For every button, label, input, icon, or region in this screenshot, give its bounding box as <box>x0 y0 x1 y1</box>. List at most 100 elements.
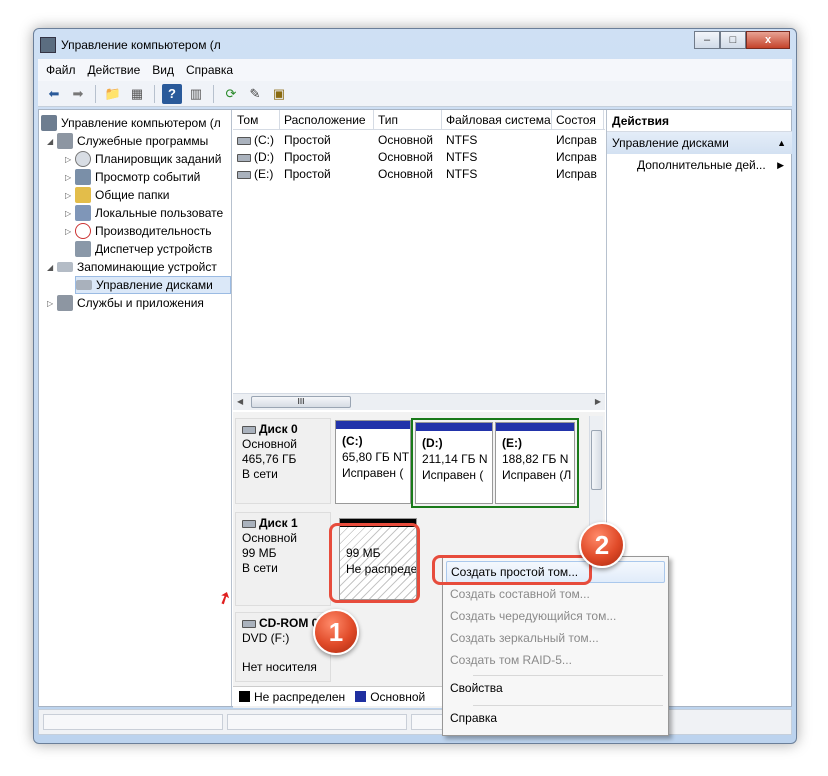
legend-label: Не распределен <box>254 689 346 704</box>
tools-icon <box>57 133 73 149</box>
submenu-arrow-icon: ▶ <box>777 160 784 170</box>
services-icon <box>57 295 73 311</box>
status-cell <box>227 714 407 730</box>
forward-arrow-icon[interactable]: ➡ <box>68 84 88 104</box>
menu-action[interactable]: Действие <box>88 63 141 77</box>
expand-arrow-icon[interactable]: ◢ <box>47 263 57 272</box>
clock-icon <box>75 151 91 167</box>
storage-icon <box>57 262 73 272</box>
partition-d[interactable]: (D:) 211,14 ГБ N Исправен ( <box>415 422 493 504</box>
menu-properties[interactable]: Свойства <box>446 677 665 699</box>
drive-icon <box>237 136 251 145</box>
menu-separator <box>473 675 663 676</box>
menu-view[interactable]: Вид <box>152 63 174 77</box>
legend-label: Основной <box>370 689 426 704</box>
event-viewer-icon <box>75 169 91 185</box>
scroll-right-icon[interactable]: ▶ <box>595 397 601 406</box>
toolbar-separator <box>213 84 214 103</box>
partition-bar <box>416 423 492 431</box>
highlight-unallocated <box>329 523 420 603</box>
volume-row[interactable]: (C:) Простой Основной NTFS Исправ <box>233 132 604 149</box>
toolbar-separator <box>95 84 96 103</box>
menu-help[interactable]: Справка <box>446 707 665 729</box>
expand-arrow-icon[interactable]: ◢ <box>47 137 57 146</box>
tree-item-performance[interactable]: ▷ Производительность <box>65 222 211 240</box>
collapse-arrow-icon[interactable]: ▷ <box>65 209 75 218</box>
tree-item-device-manager[interactable]: Диспетчер устройств <box>75 240 212 258</box>
maximize-button[interactable]: □ <box>720 31 746 49</box>
disk1-header[interactable]: Диск 1 Основной 99 МБ В сети <box>235 512 331 606</box>
menu-create-striped-volume[interactable]: Создать чередующийся том... <box>446 605 665 627</box>
back-arrow-icon[interactable]: ⬅ <box>44 84 64 104</box>
menu-create-spanned-volume[interactable]: Создать составной том... <box>446 583 665 605</box>
partition-e[interactable]: (E:) 188,82 ГБ N Исправен (Л <box>495 422 575 504</box>
actions-section[interactable]: Управление дисками ▲ <box>607 132 792 154</box>
up-folder-icon[interactable]: 📁 <box>103 84 123 104</box>
status-cell <box>43 714 223 730</box>
tree-item-task-scheduler[interactable]: ▷ Планировщик заданий <box>65 150 221 168</box>
collapse-arrow-icon[interactable]: ▷ <box>65 227 75 236</box>
tree-item-computer-management[interactable]: Управление компьютером (л <box>41 114 221 132</box>
tree-item-storage[interactable]: ◢ Запоминающие устройст <box>47 258 217 276</box>
menu-separator <box>473 705 663 706</box>
scrollbar-thumb[interactable]: III <box>251 396 351 408</box>
tree-label: Управление дисками <box>96 278 213 292</box>
computer-icon <box>41 115 57 131</box>
volume-list-hscrollbar[interactable]: ◀ III ▶ <box>233 393 605 410</box>
console-tree-icon[interactable]: ▦ <box>127 84 147 104</box>
rescan-disks-icon[interactable]: ▣ <box>269 84 289 104</box>
window-title: Управление компьютером (л <box>61 38 221 52</box>
tree-item-services[interactable]: ▷ Службы и приложения <box>47 294 204 312</box>
drive-icon <box>237 153 251 162</box>
tree-item-system-tools[interactable]: ◢ Служебные программы <box>47 132 208 150</box>
tree-label: Планировщик заданий <box>95 152 222 166</box>
collapse-up-icon[interactable]: ▲ <box>777 132 786 154</box>
collapse-arrow-icon[interactable]: ▷ <box>47 299 57 308</box>
properties-icon[interactable]: ✎ <box>245 84 265 104</box>
tree-item-event-viewer[interactable]: ▷ Просмотр событий <box>65 168 200 186</box>
legend-swatch-primary <box>355 691 367 702</box>
tree-item-disk-management[interactable]: Управление дисками <box>75 276 231 294</box>
menu-create-mirrored-volume[interactable]: Создать зеркальный том... <box>446 627 665 649</box>
disk-icon <box>242 519 256 528</box>
action-pane-icon[interactable]: ▥ <box>186 84 206 104</box>
menu-file[interactable]: Файл <box>46 63 76 77</box>
app-icon <box>40 37 56 53</box>
menu-create-raid5-volume[interactable]: Создать том RAID-5... <box>446 649 665 671</box>
tree-item-local-users[interactable]: ▷ Локальные пользовате <box>65 204 223 222</box>
collapse-arrow-icon[interactable]: ▷ <box>65 155 75 164</box>
tree-label: Диспетчер устройств <box>95 242 213 256</box>
refresh-icon[interactable]: ⟳ <box>221 84 241 104</box>
col-volume[interactable]: Том <box>233 110 280 129</box>
tree-item-shared-folders[interactable]: ▷ Общие папки <box>65 186 169 204</box>
volume-row[interactable]: (D:) Простой Основной NTFS Исправ <box>233 149 604 166</box>
toolbar-separator <box>154 84 155 103</box>
col-type[interactable]: Тип <box>374 110 442 129</box>
highlight-create-simple-volume <box>432 555 592 585</box>
volume-list-header: Том Расположение Тип Файловая система Со… <box>233 110 605 130</box>
volume-row[interactable]: (E:) Простой Основной NTFS Исправ <box>233 166 604 183</box>
tree-label: Производительность <box>95 224 212 238</box>
help-icon[interactable]: ? <box>162 83 182 104</box>
disk0-header[interactable]: Диск 0 Основной 465,76 ГБ В сети <box>235 418 331 504</box>
cdrom-icon <box>242 619 256 628</box>
collapse-arrow-icon[interactable]: ▷ <box>65 173 75 182</box>
collapse-arrow-icon[interactable]: ▷ <box>65 191 75 200</box>
menu-help[interactable]: Справка <box>186 63 233 77</box>
partition-bar <box>496 423 574 431</box>
col-layout[interactable]: Расположение <box>280 110 374 129</box>
minimize-button[interactable]: – <box>694 31 720 49</box>
more-actions-item[interactable]: Дополнительные дей... ▶ <box>607 154 792 176</box>
scrollbar-thumb[interactable] <box>591 430 602 490</box>
col-status[interactable]: Состоя <box>552 110 604 129</box>
partition-bar <box>336 421 410 429</box>
device-manager-icon <box>75 241 91 257</box>
shared-folder-icon <box>75 187 91 203</box>
tree-label: Общие папки <box>95 188 170 202</box>
col-filesystem[interactable]: Файловая система <box>442 110 552 129</box>
close-button[interactable]: x <box>746 31 790 49</box>
partition-c[interactable]: (C:) 65,80 ГБ NT Исправен ( <box>335 420 411 504</box>
scroll-left-icon[interactable]: ◀ <box>237 397 243 406</box>
actions-title: Действия <box>607 110 792 132</box>
console-tree: Управление компьютером (л ◢ Служебные пр… <box>39 110 232 706</box>
